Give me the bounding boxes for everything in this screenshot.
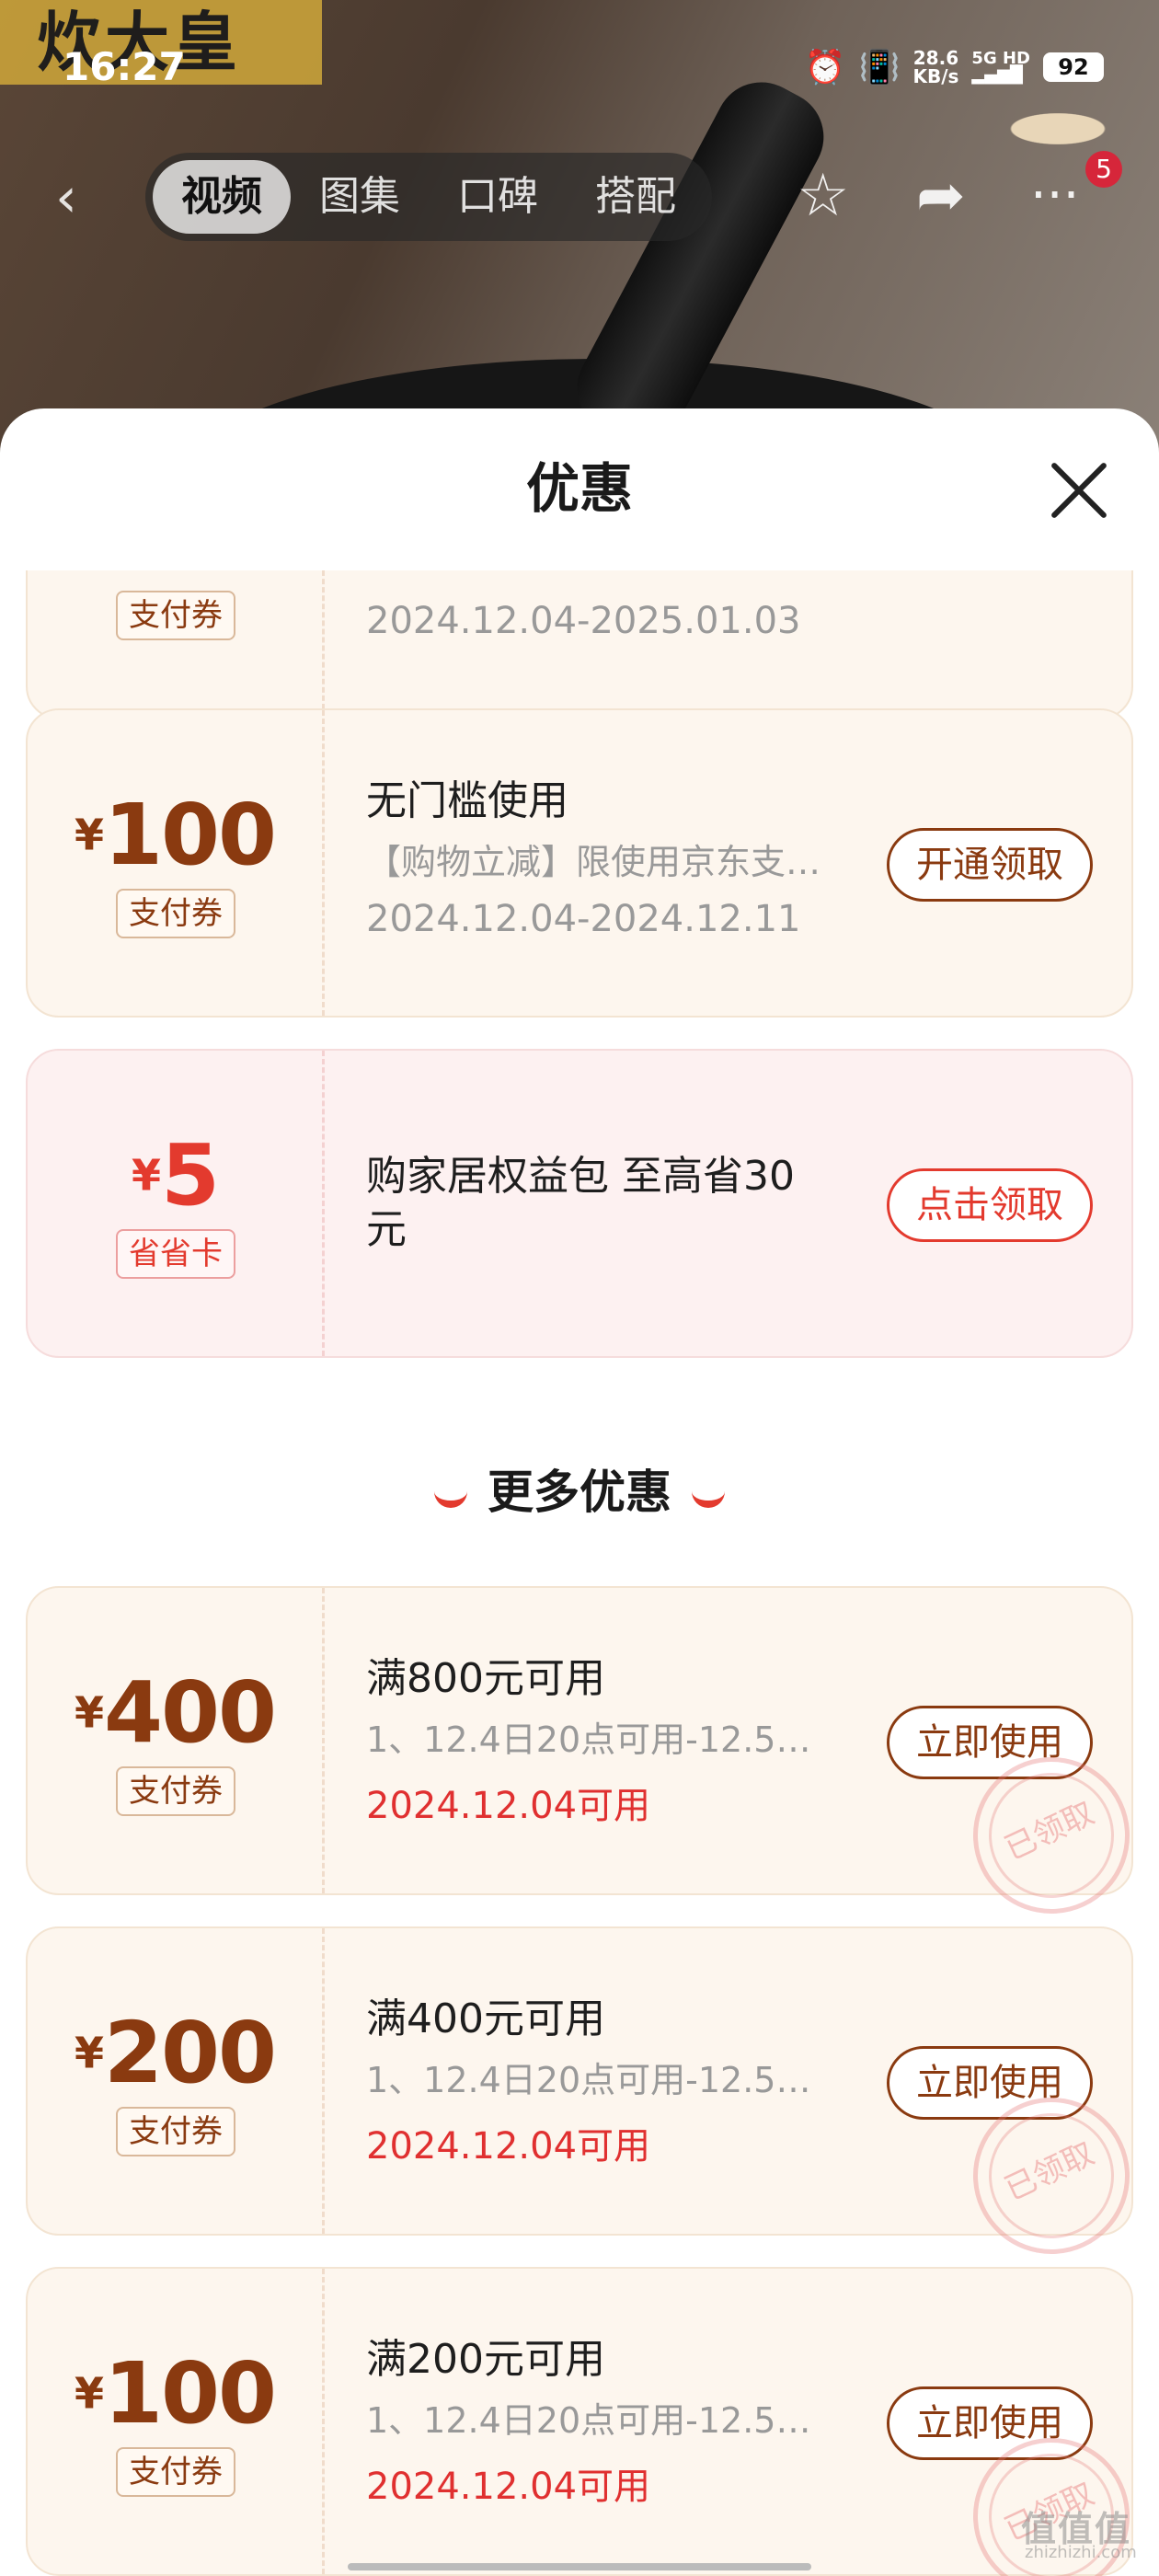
tab-video[interactable]: 视频 (153, 160, 291, 234)
status-time: 16:27 (63, 44, 186, 89)
smile-icon (434, 1484, 467, 1508)
coupon-card: ¥100 支付券 满200元可用 1、12.4日20点可用-12.5… 2024… (26, 2267, 1155, 2576)
coupon-amount: ¥400 (74, 1663, 277, 1762)
coupon-amount: ¥100 (74, 786, 277, 884)
tab-reviews[interactable]: 口碑 (429, 160, 567, 234)
status-icons: ⏰ 📳 28.6 KB/s 5G HD ▂▄▆█ 92 (805, 48, 1104, 86)
coupon-divider (322, 2269, 325, 2574)
coupon-divider (322, 570, 325, 718)
network-speed: 28.6 KB/s (912, 47, 959, 87)
coupon-amount: ¥200 (74, 2004, 277, 2102)
back-icon[interactable]: ‹ (55, 166, 101, 230)
home-indicator[interactable] (348, 2563, 811, 2570)
vibrate-icon: 📳 (858, 49, 901, 86)
coupon-card: ¥100 支付券 无门槛使用 【购物立减】限使用京东支… 2024.12.04-… (26, 708, 1133, 1018)
coupon-list[interactable]: 支付券 2024.12.04-2025.01.03 ¥100 支付券 无门槛使用… (0, 570, 1159, 2576)
coupon-tag: 支付券 (116, 889, 235, 938)
coupon-card: ¥400 支付券 满800元可用 1、12.4日20点可用-12.5… 2024… (26, 1586, 1155, 1939)
coupon-card: ¥5 省省卡 购家居权益包 至高省30 元 点击领取 (26, 1049, 1133, 1358)
coupon-card: ¥200 支付券 满400元可用 1、12.4日20点可用-12.5… 2024… (26, 1926, 1155, 2280)
open-claim-button[interactable]: 开通领取 (887, 828, 1093, 902)
coupon-title: 购家居权益包 至高省30 元 (366, 1153, 795, 1253)
coupon-card: 支付券 2024.12.04-2025.01.03 (26, 570, 1133, 719)
coupon-tag: 支付券 (116, 1766, 235, 1816)
media-tabs: 视频 图集 口碑 搭配 (145, 153, 712, 241)
coupon-date: 2024.12.04可用 (366, 2125, 651, 2168)
coupon-date: 2024.12.04-2024.12.11 (366, 898, 801, 940)
sheet-title: 优惠 (525, 457, 633, 520)
close-icon[interactable] (1047, 458, 1111, 523)
coupon-description: 1、12.4日20点可用-12.5… (366, 2400, 811, 2441)
coupon-tag: 支付券 (116, 2447, 235, 2497)
coupon-description: 1、12.4日20点可用-12.5… (366, 1719, 811, 1760)
site-watermark-url: zhizhizhi.com (1025, 2543, 1137, 2562)
coupon-title: 满200元可用 (366, 2336, 605, 2383)
coupon-description: 【购物立减】限使用京东支… (366, 842, 821, 882)
smile-icon (692, 1484, 725, 1508)
coupon-divider (322, 710, 325, 1016)
coupon-tag: 支付券 (116, 591, 235, 640)
favorite-star-icon[interactable]: ☆ (797, 164, 849, 228)
coupon-divider (322, 1588, 325, 1893)
coupon-title: 满400元可用 (366, 1995, 605, 2042)
alarm-icon: ⏰ (804, 49, 846, 86)
coupon-divider (322, 1928, 325, 2234)
tab-gallery[interactable]: 图集 (291, 160, 429, 234)
discount-sheet: 优惠 支付券 2024.12.04-2025.01.03 ¥100 支付券 无门… (0, 408, 1159, 2576)
coupon-date: 2024.12.04可用 (366, 1785, 651, 1827)
coupon-date: 2024.12.04-2025.01.03 (366, 600, 801, 642)
coupon-tag: 支付券 (116, 2107, 235, 2156)
coupon-date: 2024.12.04可用 (366, 2466, 651, 2508)
coupon-title: 无门槛使用 (366, 777, 568, 824)
coupon-divider (322, 1051, 325, 1356)
notification-badge: 5 (1085, 151, 1122, 188)
battery-icon: 92 (1043, 52, 1104, 82)
share-icon[interactable]: ➦ (916, 164, 966, 228)
coupon-title: 满800元可用 (366, 1655, 605, 1702)
more-icon[interactable]: ··· (1030, 164, 1079, 228)
coupon-amount: ¥100 (74, 2344, 277, 2443)
coupon-description: 1、12.4日20点可用-12.5… (366, 2060, 811, 2100)
tab-matching[interactable]: 搭配 (567, 160, 705, 234)
coupon-tag: 省省卡 (116, 1229, 235, 1279)
more-discounts-heading: 更多优惠 (0, 1455, 1159, 1522)
click-claim-button[interactable]: 点击领取 (887, 1168, 1093, 1242)
signal-icon: 5G HD ▂▄▆█ (971, 49, 1030, 85)
coupon-amount: ¥5 (131, 1126, 220, 1225)
